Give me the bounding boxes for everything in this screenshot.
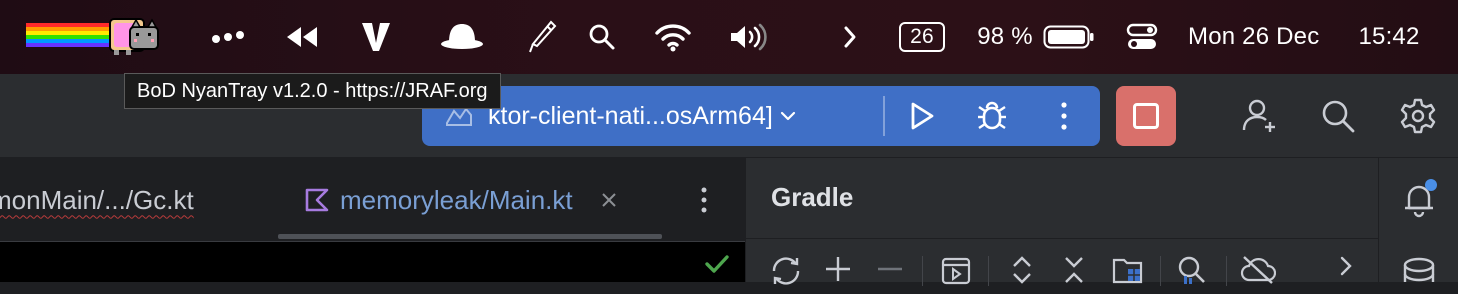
- volume-icon[interactable]: [724, 0, 772, 74]
- control-center-icon[interactable]: [1120, 0, 1164, 74]
- gradle-title: Gradle: [771, 182, 854, 212]
- tab-label: monMain/.../Gc.kt: [0, 184, 194, 215]
- wifi-icon[interactable]: [650, 0, 696, 74]
- rewind-icon[interactable]: [280, 0, 324, 74]
- tab-main-kt[interactable]: memoryleak/Main.kt: [278, 158, 662, 242]
- editor-tab-bar: monMain/.../Gc.kt memoryleak/Main.kt: [0, 158, 745, 242]
- battery-percent: 98 %: [977, 23, 1033, 50]
- debug-button[interactable]: [962, 86, 1022, 146]
- inspection-ok-icon[interactable]: [704, 254, 730, 274]
- gradle-header-separator: [746, 238, 1379, 239]
- search-everywhere-button[interactable]: [1308, 86, 1368, 146]
- execute-task-icon: [941, 257, 971, 285]
- search-icon: [1322, 100, 1355, 133]
- chevron-down-icon: [780, 111, 795, 121]
- gradle-expand-all-button[interactable]: [1002, 254, 1042, 294]
- minus-icon: [878, 267, 902, 271]
- menubar-time[interactable]: 15:42: [1352, 0, 1426, 74]
- plus-icon: [826, 257, 850, 281]
- gradle-tool-window: Gradle: [745, 158, 1379, 286]
- run-widget-separator: [883, 96, 885, 136]
- search-icon[interactable]: [580, 0, 624, 74]
- nyantray-tooltip: BoD NyanTray v1.2.0 - https://JRAF.org: [124, 73, 501, 109]
- bell-icon: [1405, 179, 1437, 218]
- more-vertical-icon: [1061, 102, 1067, 130]
- right-tool-window-strip: [1378, 158, 1458, 282]
- bowler-hat-icon[interactable]: [438, 0, 486, 74]
- stop-button[interactable]: [1116, 86, 1176, 146]
- v-logo-icon[interactable]: [354, 0, 398, 74]
- reload-icon: [772, 257, 800, 285]
- folder-grid-icon: [1112, 258, 1143, 284]
- editor-area: monMain/.../Gc.kt memoryleak/Main.kt: [0, 158, 745, 282]
- run-button[interactable]: [892, 86, 952, 146]
- pen-tool-icon[interactable]: [520, 0, 564, 74]
- tab-label: memoryleak/Main.kt: [340, 184, 573, 215]
- database-button[interactable]: [1401, 256, 1437, 282]
- macos-menu-bar: 26 98 % Mon 26 Dec 15:42: [0, 0, 1458, 74]
- battery-icon[interactable]: [1042, 0, 1096, 74]
- run-icon: [911, 102, 934, 130]
- expand-all-icon: [1013, 256, 1031, 284]
- gradle-execute-task-button[interactable]: [936, 254, 976, 294]
- run-more-button[interactable]: [1034, 86, 1094, 146]
- settings-button[interactable]: [1388, 86, 1448, 146]
- kotlin-file-icon: [305, 188, 329, 212]
- gradle-remove-button[interactable]: [870, 254, 910, 294]
- collapse-all-icon: [1065, 257, 1083, 283]
- run-widget: ktor-client-nati...osArm64]: [422, 86, 1100, 146]
- debug-icon: [978, 101, 1006, 130]
- editor-code-area[interactable]: [0, 242, 745, 282]
- close-tab-icon[interactable]: [601, 192, 617, 208]
- gradle-add-button[interactable]: [818, 254, 858, 294]
- gradle-collapse-all-button[interactable]: [1054, 254, 1094, 294]
- more-dots-icon[interactable]: [206, 0, 250, 74]
- add-user-button[interactable]: [1230, 86, 1290, 146]
- tab-gc-kt[interactable]: monMain/.../Gc.kt: [0, 158, 194, 242]
- database-icon: [1403, 257, 1435, 282]
- notification-dot: [1425, 179, 1437, 191]
- chevron-right-icon[interactable]: [834, 0, 866, 74]
- tabs-more-button[interactable]: [680, 170, 728, 230]
- analyze-search-icon: [1178, 256, 1205, 284]
- gradle-analyze-button[interactable]: [1172, 254, 1212, 294]
- notifications-button[interactable]: [1399, 178, 1439, 218]
- chevron-right-icon: [1340, 256, 1352, 276]
- gradle-toolbar-overflow-button[interactable]: [1326, 254, 1366, 294]
- gradle-reload-button[interactable]: [766, 254, 806, 294]
- more-vertical-icon: [701, 187, 707, 213]
- badge-number: 26: [899, 22, 945, 52]
- gradle-offline-mode-button[interactable]: [1238, 254, 1278, 294]
- calendar-badge[interactable]: 26: [898, 0, 946, 74]
- gradle-dependencies-button[interactable]: [1108, 254, 1148, 294]
- menubar-date[interactable]: Mon 26 Dec: [1188, 0, 1340, 74]
- run-configuration-label: ktor-client-nati...osArm64]: [488, 101, 773, 130]
- cloud-off-icon: [1240, 256, 1276, 284]
- settings-icon: [1400, 98, 1436, 134]
- active-tab-indicator: [278, 234, 662, 239]
- add-user-icon: [1242, 99, 1275, 132]
- nyan-cat-icon[interactable]: [26, 0, 164, 74]
- stop-icon: [1133, 103, 1159, 129]
